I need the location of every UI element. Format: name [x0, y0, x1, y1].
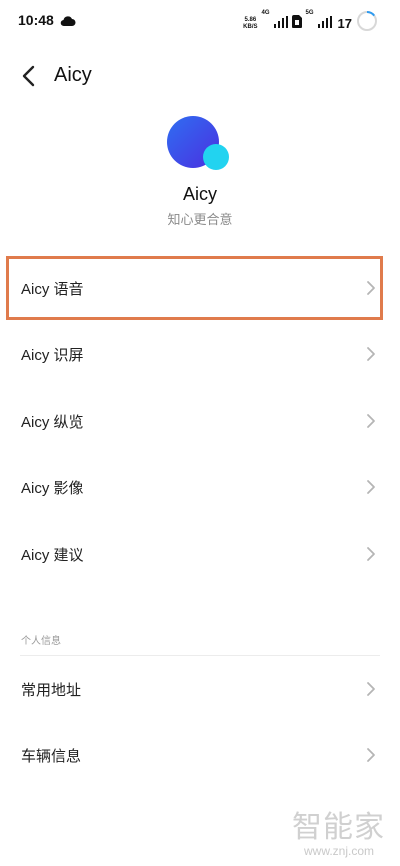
- menu-item-aicy-screen[interactable]: Aicy 识屏: [0, 327, 400, 381]
- menu-item-label: Aicy 建议: [21, 546, 84, 564]
- net-type-label-2: 5G: [305, 10, 314, 16]
- menu-item-aicy-voice[interactable]: Aicy 语音: [0, 261, 400, 315]
- page-title: Aicy: [54, 64, 92, 86]
- battery-ring-icon: [356, 10, 378, 37]
- chevron-right-icon: [367, 547, 375, 561]
- cloud-icon: [60, 14, 76, 32]
- chevron-right-icon: [367, 682, 375, 696]
- menu-item-aicy-image[interactable]: Aicy 影像: [0, 460, 400, 514]
- menu-item-label: Aicy 识屏: [21, 346, 84, 364]
- net-speed: 5.86 KB/S: [243, 16, 258, 30]
- chevron-right-icon: [367, 748, 375, 762]
- status-right-group: 5.86 KB/S 4G 5G 17: [243, 10, 378, 37]
- watermark: 智能家 www.znj.com: [292, 802, 392, 862]
- battery-level: 17: [337, 16, 352, 31]
- chevron-right-icon: [367, 480, 375, 494]
- chevron-right-icon: [367, 347, 375, 361]
- chevron-right-icon: [367, 414, 375, 428]
- profile-subtitle: 知心更合意: [167, 212, 233, 227]
- menu-item-aicy-overview[interactable]: Aicy 纵览: [0, 394, 400, 448]
- menu-item-label: 车辆信息: [21, 747, 82, 765]
- menu-item-vehicle-info[interactable]: 车辆信息: [0, 728, 400, 782]
- watermark-url: www.znj.com: [304, 844, 375, 858]
- menu-item-label: Aicy 语音: [21, 280, 84, 298]
- aicy-logo-icon: [166, 116, 234, 180]
- status-time: 10:48: [18, 12, 54, 28]
- menu-item-aicy-suggestion[interactable]: Aicy 建议: [0, 527, 400, 581]
- signal-icon-2: [317, 15, 332, 33]
- menu-item-common-address[interactable]: 常用地址: [0, 662, 400, 716]
- menu-item-label: Aicy 纵览: [21, 413, 84, 431]
- status-bar: 10:48 5.86 KB/S 4G 5G 17: [0, 0, 400, 44]
- net-type-label: 4G: [261, 10, 270, 16]
- signal-icon: [273, 15, 288, 33]
- watermark-logo: 智能家: [292, 810, 385, 845]
- section-title-personal-info: 个人信息: [21, 636, 61, 647]
- profile-name: Aicy: [182, 184, 217, 204]
- menu-item-label: Aicy 影像: [21, 479, 84, 497]
- menu-item-label: 常用地址: [21, 681, 82, 699]
- back-button[interactable]: [14, 60, 42, 92]
- chevron-right-icon: [367, 281, 375, 295]
- section-divider: [20, 655, 380, 656]
- back-arrow-icon: [22, 65, 35, 87]
- sim-icon: [291, 14, 302, 33]
